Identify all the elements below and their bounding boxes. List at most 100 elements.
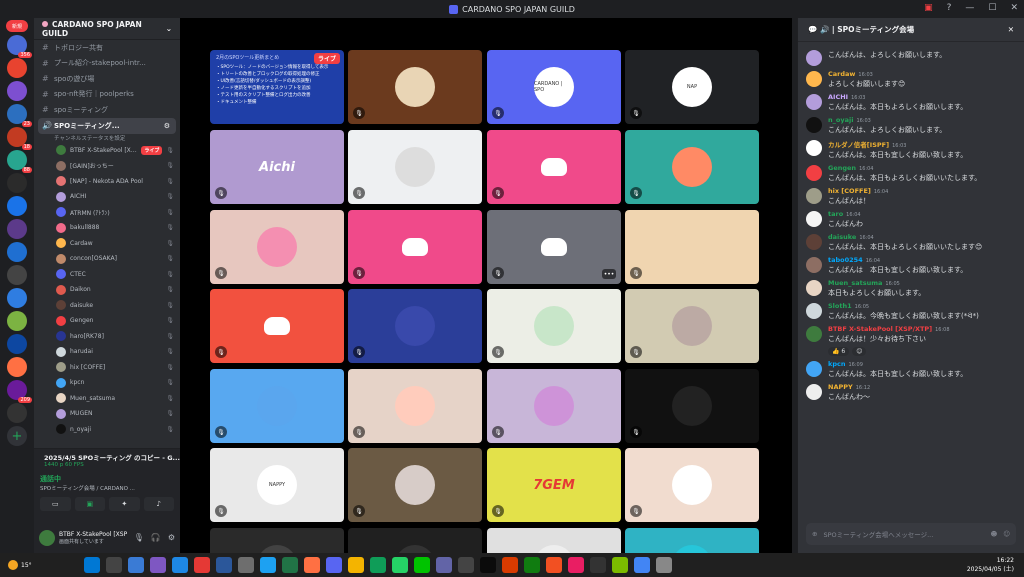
taskbar-app-icon[interactable] <box>106 557 122 573</box>
voice-member[interactable]: AICHI 🎙 <box>34 189 180 205</box>
participant-tile[interactable]: 🎙 <box>348 50 482 124</box>
participant-tile[interactable]: 🎙 <box>487 130 621 204</box>
voice-member[interactable]: CTEC 🎙 <box>34 267 180 283</box>
participant-tile[interactable]: 🎙 ••• <box>487 210 621 284</box>
avatar[interactable] <box>806 303 822 319</box>
avatar[interactable] <box>806 50 822 66</box>
headphones-icon[interactable]: 🎧 <box>151 533 161 542</box>
avatar[interactable] <box>806 165 822 181</box>
participant-tile[interactable]: 🎙 <box>487 369 621 443</box>
avatar[interactable] <box>806 211 822 227</box>
message-author[interactable]: NAPPY 16:12 <box>828 383 870 391</box>
server-header[interactable]: CARDANO SPO JAPAN GUILD ⌄ <box>34 18 180 40</box>
chevron-down-icon[interactable]: ⌄ <box>166 24 172 33</box>
taskbar-app-icon[interactable] <box>216 557 232 573</box>
channel-item[interactable]: # spo-nft発行｜poolperks <box>34 87 180 103</box>
taskbar-app-icon[interactable] <box>458 557 474 573</box>
close-button[interactable]: ✕ <box>1010 3 1018 13</box>
reaction-chip[interactable]: 👍 6 <box>828 347 850 356</box>
avatar[interactable] <box>806 117 822 133</box>
taskbar-app-icon[interactable] <box>502 557 518 573</box>
inbox-icon[interactable]: ▣ <box>924 3 933 13</box>
taskbar-app-icon[interactable] <box>590 557 606 573</box>
gift-icon[interactable]: ☻ <box>990 530 997 538</box>
taskbar-app-icon[interactable] <box>612 557 628 573</box>
participant-tile[interactable]: 🎙 <box>625 210 759 284</box>
avatar[interactable] <box>39 529 55 546</box>
taskbar-app-icon[interactable] <box>84 557 100 573</box>
taskbar-app-icon[interactable] <box>150 557 166 573</box>
connection-channel[interactable]: SPOミーティング会場 / CARDANO ... <box>40 484 135 492</box>
taskbar-app-icon[interactable] <box>370 557 386 573</box>
avatar[interactable] <box>806 188 822 204</box>
voice-channel-active[interactable]: 🔊 SPOミーティング... ⚙ <box>38 117 176 134</box>
plus-icon[interactable]: ⊕ <box>812 530 817 538</box>
server-icon[interactable] <box>7 357 27 377</box>
avatar[interactable] <box>806 234 822 250</box>
taskbar-app-icon[interactable] <box>348 557 364 573</box>
mic-icon[interactable]: 🎙 <box>134 533 144 542</box>
participant-tile[interactable]: 🎙 <box>348 448 482 522</box>
taskbar-app-icon[interactable] <box>392 557 408 573</box>
server-icon[interactable]: 23 <box>7 104 32 127</box>
participant-tile[interactable]: CARDANO | SPO 🎙 <box>487 50 621 124</box>
participant-tile[interactable]: 🎙 <box>348 289 482 363</box>
participant-tile[interactable]: 🎙 <box>487 289 621 363</box>
server-icon[interactable]: 18 <box>7 127 32 150</box>
screen-share-button[interactable]: ▣ <box>74 497 105 511</box>
server-icon[interactable] <box>7 196 27 216</box>
message-author[interactable]: daisuke 16:04 <box>828 233 982 241</box>
voice-member[interactable]: daisuke 🎙 <box>34 298 180 314</box>
taskbar-app-icon[interactable] <box>304 557 320 573</box>
camera-button[interactable]: ▭ <box>40 497 71 511</box>
voice-member[interactable]: haro[RK78] 🎙 <box>34 329 180 345</box>
server-icon[interactable] <box>7 403 27 423</box>
participant-tile[interactable]: 🎙 <box>625 369 759 443</box>
message-author[interactable]: Gengen 16:04 <box>828 164 981 172</box>
voice-member[interactable]: bakull888 🎙 <box>34 220 180 236</box>
participant-tile[interactable]: 🎙 <box>625 130 759 204</box>
participant-tile[interactable] <box>210 528 344 553</box>
participant-tile[interactable]: 🎙 <box>348 210 482 284</box>
message-author[interactable]: kpcn 16:09 <box>828 360 967 368</box>
help-icon[interactable]: ? <box>947 3 952 13</box>
channel-item[interactable]: # トポロジー共有 <box>34 40 180 56</box>
server-icon[interactable]: 88 <box>7 150 32 173</box>
message-author[interactable]: Cardaw 16:03 <box>828 70 905 78</box>
soundboard-button[interactable]: ♪ <box>143 497 174 511</box>
more-options-icon[interactable]: ••• <box>602 269 616 279</box>
taskbar-app-icon[interactable] <box>568 557 584 573</box>
channel-item[interactable]: # spoミーティング <box>34 102 180 118</box>
participant-tile[interactable] <box>487 528 621 553</box>
emoji-icon[interactable]: ☺ <box>1003 530 1010 538</box>
taskbar-app-icon[interactable] <box>546 557 562 573</box>
taskbar-app-icon[interactable] <box>656 557 672 573</box>
channel-status[interactable]: チャンネルステータスを設定 <box>34 134 180 143</box>
participant-tile[interactable]: 🎙 <box>210 369 344 443</box>
participant-tile[interactable] <box>348 528 482 553</box>
voice-member[interactable]: Daikon 🎙 <box>34 282 180 298</box>
channel-item[interactable]: # spoの遊び場 <box>34 71 180 87</box>
server-icon[interactable]: 209 <box>7 380 32 403</box>
participant-tile[interactable]: 🎙 <box>625 448 759 522</box>
avatar[interactable] <box>806 71 822 87</box>
channel-item[interactable]: # プール紹介-stakepool-intr... <box>34 56 180 72</box>
participant-tile[interactable]: 🎙 <box>210 210 344 284</box>
message-author[interactable]: taro 16:04 <box>828 210 863 218</box>
participant-tile[interactable]: 🎙 <box>348 130 482 204</box>
message-author[interactable]: tabo0254 16:04 <box>828 256 967 264</box>
message-author[interactable]: AICHI 16:03 <box>828 93 967 101</box>
server-icon[interactable] <box>7 288 27 308</box>
participant-tile[interactable] <box>625 528 759 553</box>
voice-member[interactable]: kpcn 🎙 <box>34 375 180 391</box>
avatar[interactable] <box>806 326 822 342</box>
minimize-button[interactable]: — <box>965 3 974 13</box>
gear-icon[interactable]: ⚙ <box>168 533 175 542</box>
avatar[interactable] <box>806 384 822 400</box>
message-author[interactable]: n_oyaji 16:03 <box>828 116 946 124</box>
close-icon[interactable]: ✕ <box>1008 25 1014 34</box>
new-badge[interactable]: 新規 <box>6 20 28 32</box>
taskbar-app-icon[interactable] <box>128 557 144 573</box>
screen-share-tile[interactable]: 2月のSPOツール更新まとめ ・SPOツール：ノードのバージョン情報を取得して表… <box>210 50 344 124</box>
message-author[interactable]: BTBF X-StakePool [XSP/XTP] 16:08 <box>828 325 950 333</box>
